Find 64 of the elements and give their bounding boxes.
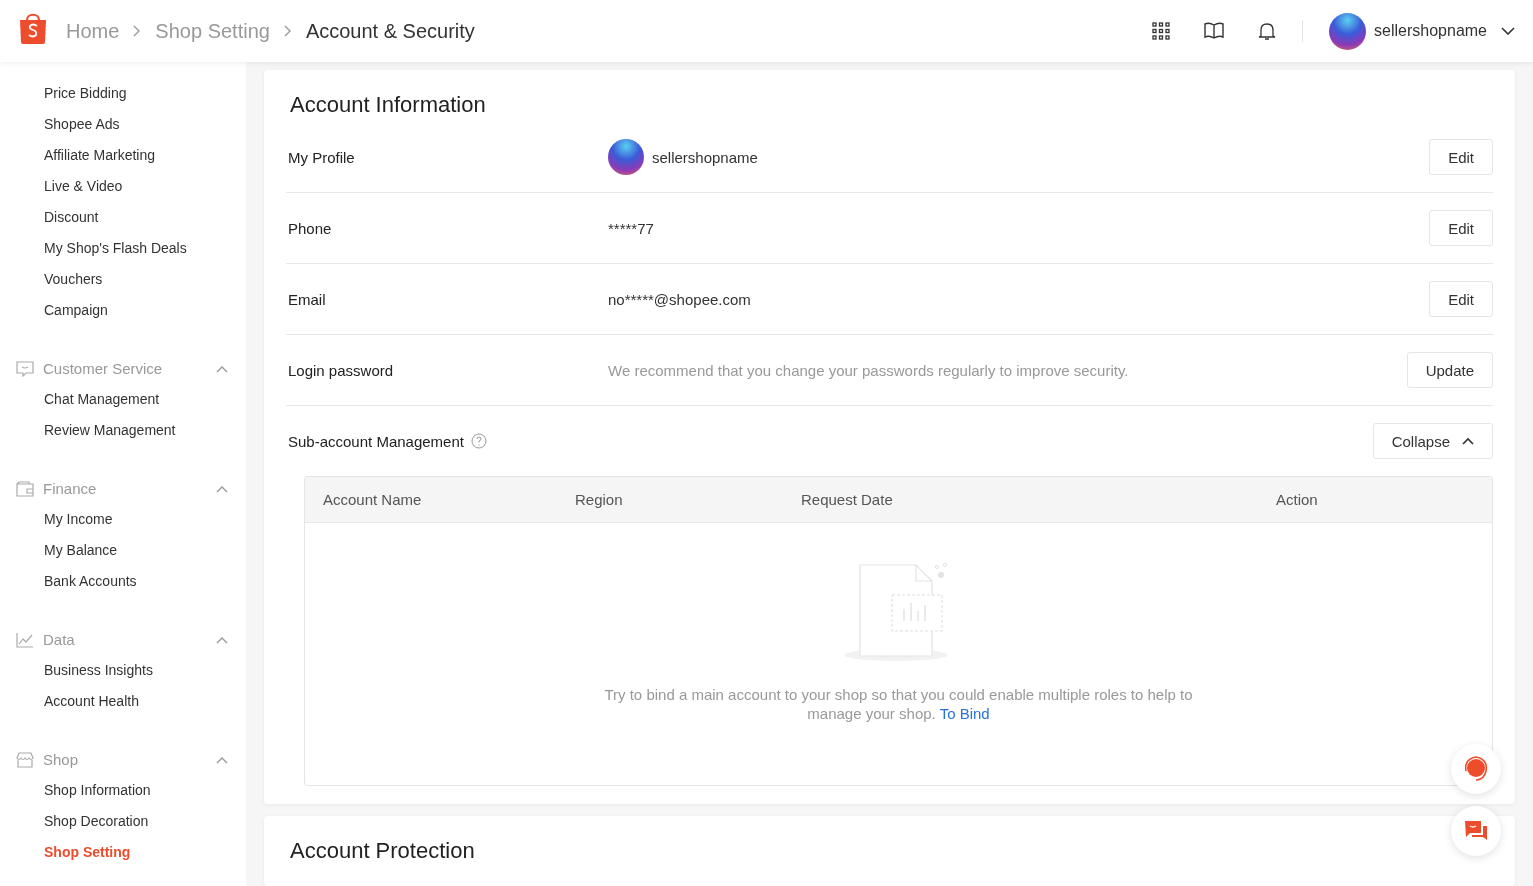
chevron-right-icon [283,25,292,37]
field-value: *****77 [608,219,654,237]
sidebar-item[interactable]: My Shop's Flash Deals [16,233,187,264]
edit-button[interactable]: Update [1406,352,1493,388]
chat-button[interactable] [1451,806,1501,856]
sidebar-item[interactable]: Review Management [16,415,176,446]
sidebar-item[interactable]: Chat Management [16,384,160,415]
field-value: We recommend that you change your passwords regularly to improve security. [608,361,1129,379]
sidebar-item[interactable]: Shopee Ads [16,109,120,140]
collapse-button[interactable]: Collapse [1372,423,1493,459]
sidebar-item[interactable]: Shop Information [16,775,151,806]
sidebar-item[interactable]: Business Insights [16,655,153,686]
sidebar-item[interactable]: Shop Setting [16,837,131,868]
chat-icon [16,360,34,377]
column-header: Request Date [801,491,893,508]
shop-icon [16,751,34,768]
section-title: Account Protection [290,838,476,864]
help-icon[interactable] [470,433,487,449]
chevron-icon[interactable] [216,755,228,764]
empty-state-message: Try to bind a main account to your shop so that you could enable multiple roles to help to manage your shop. To Bind [603,685,1194,723]
field-label: My Profile [287,148,356,166]
field-value: sellershopname [652,148,758,166]
sidebar-item[interactable]: Discount [16,202,99,233]
sidebar-item[interactable]: Affiliate Marketing [16,140,155,171]
bell-icon[interactable] [1258,21,1277,41]
wallet-icon [16,480,34,497]
chevron-right-icon [133,25,142,37]
chevron-icon[interactable] [216,484,228,493]
breadcrumb-item: Account & Security [305,19,475,43]
edit-button[interactable]: Edit [1429,139,1493,175]
sidebar-item[interactable]: Price Bidding [16,78,127,109]
field-label: Email [287,290,327,308]
line-chart-icon [16,631,34,648]
column-header: Account Name [323,491,422,508]
apps-grid-icon[interactable] [1152,22,1171,40]
field-value: no*****@shopee.com [608,290,751,308]
section-title: Account Information [290,92,487,118]
sidebar-item[interactable]: Live & Video [16,171,123,202]
to-bind-link[interactable]: To Bind [939,705,990,722]
chevron-icon[interactable] [216,635,228,644]
sidebar-item[interactable]: Campaign [16,295,108,326]
chat-bubbles-icon [1464,820,1488,842]
chevron-icon[interactable] [216,364,228,373]
field-label: Login password [287,361,395,379]
edit-button[interactable]: Edit [1429,281,1493,317]
chevron-icon [1462,437,1474,445]
sidebar-item[interactable]: Vouchers [16,264,103,295]
avatar[interactable] [1329,12,1367,50]
avatar [608,139,644,175]
column-header: Action [1276,491,1318,508]
username[interactable]: sellershopname [1374,22,1487,40]
column-header: Region [575,491,623,508]
sidebar-item[interactable]: My Balance [16,535,118,566]
edit-button[interactable]: Edit [1429,210,1493,246]
sidebar-item[interactable]: My Income [16,504,113,535]
field-label: Sub-account Management [288,432,464,450]
chevron-down-icon[interactable] [1501,27,1515,35]
sidebar-item[interactable]: Account Health [16,686,139,717]
shopping-bag-logo-icon[interactable] [18,11,48,45]
sidebar-item[interactable]: Shop Decoration [16,806,149,837]
book-icon[interactable] [1204,22,1225,40]
headset-icon [1462,755,1490,783]
field-label: Phone [287,219,333,237]
sidebar-item[interactable]: Bank Accounts [16,566,137,597]
